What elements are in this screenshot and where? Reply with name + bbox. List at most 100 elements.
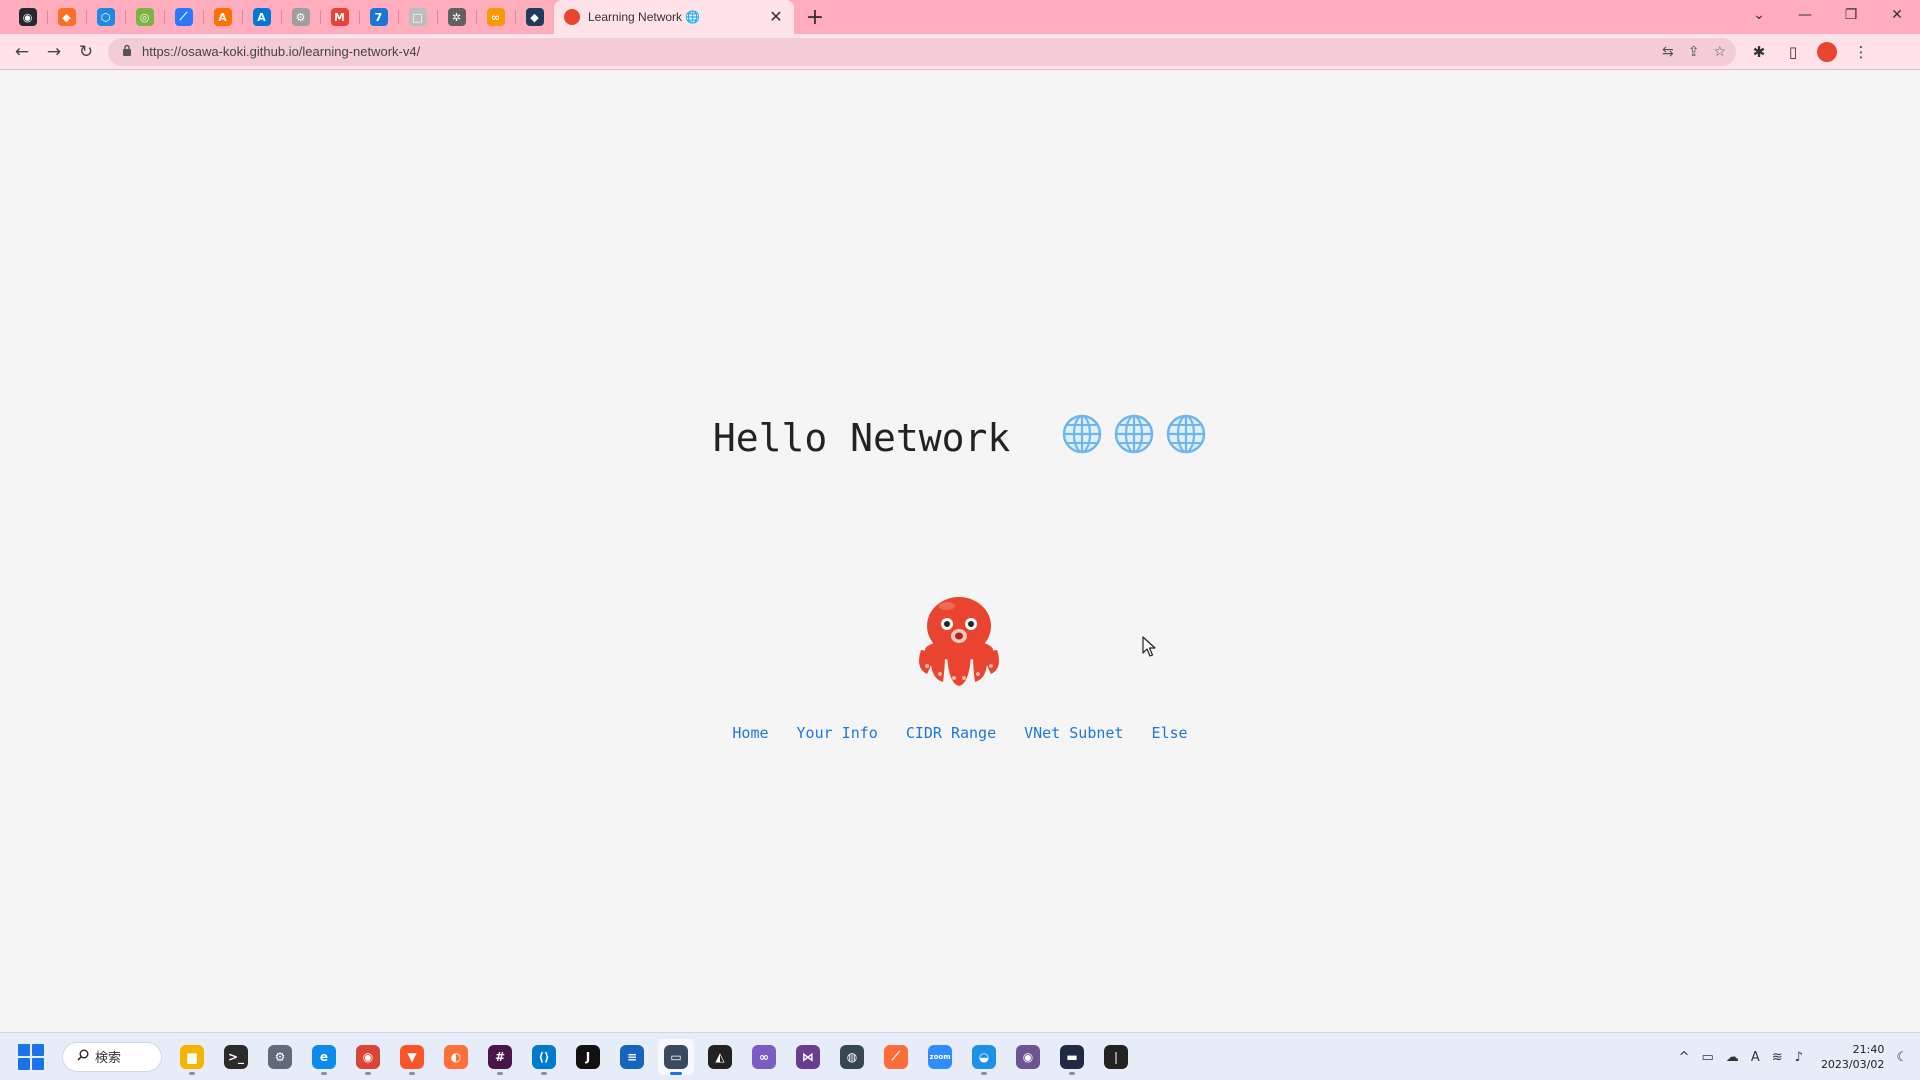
minimize-button[interactable]: — bbox=[1782, 0, 1828, 30]
tab-learning-network[interactable]: Learning Network 🌐 ✕ bbox=[554, 0, 794, 34]
nav-link-vnet-subnet[interactable]: VNet Subnet bbox=[1024, 724, 1123, 742]
taskbar-app[interactable]: ◉ bbox=[1010, 1039, 1046, 1075]
taskbar-app[interactable]: ◐ bbox=[438, 1039, 474, 1075]
translate-icon[interactable]: ⇆ bbox=[1662, 44, 1674, 60]
mouse-cursor-icon bbox=[1142, 636, 1156, 657]
terminal-icon: >_ bbox=[224, 1044, 248, 1069]
pinned-tab[interactable]: ⚙ bbox=[281, 0, 320, 34]
brave-icon: ▼ bbox=[400, 1044, 424, 1069]
taskbar-app[interactable]: ▼ bbox=[394, 1039, 430, 1075]
taskbar-app[interactable]: ◭ bbox=[702, 1039, 738, 1075]
taskbar-search[interactable]: 検索 bbox=[62, 1041, 162, 1072]
taskbar-app[interactable]: ▆ bbox=[174, 1039, 210, 1075]
app-icon: ◎ bbox=[135, 8, 154, 26]
taskbar-app[interactable]: ◍ bbox=[834, 1039, 870, 1075]
taskbar-app[interactable]: ▭ bbox=[658, 1038, 694, 1075]
wifi-icon[interactable]: ≋ bbox=[1772, 1050, 1783, 1065]
start-button[interactable] bbox=[18, 1043, 44, 1070]
app-icon: □ bbox=[408, 8, 427, 26]
side-panel-icon[interactable]: ▯ bbox=[1778, 37, 1808, 67]
github-icon: ◉ bbox=[18, 8, 37, 26]
pinned-tab[interactable]: □ bbox=[398, 0, 437, 34]
taskbar-app[interactable]: zoom bbox=[922, 1039, 958, 1075]
taskbar-app[interactable]: J bbox=[570, 1039, 606, 1075]
pinned-tab[interactable]: ◉ bbox=[8, 0, 47, 34]
running-indicator bbox=[409, 1071, 415, 1075]
clock-date: 2023/03/02 bbox=[1820, 1058, 1885, 1071]
reload-button[interactable]: ↻ bbox=[70, 36, 102, 68]
new-tab-button[interactable]: + bbox=[798, 0, 832, 34]
taskbar-app[interactable]: ▬ bbox=[1054, 1039, 1090, 1075]
pinned-tab[interactable]: ◆ bbox=[47, 0, 86, 34]
pinned-tab[interactable]: ⬡ bbox=[86, 0, 125, 34]
close-tab-icon[interactable]: ✕ bbox=[768, 7, 784, 27]
taskbar-app[interactable]: ⚙ bbox=[262, 1039, 298, 1075]
taskbar-app[interactable]: ⟨⟩ bbox=[526, 1039, 562, 1075]
profile-avatar[interactable] bbox=[1812, 37, 1842, 67]
forward-button[interactable]: → bbox=[38, 36, 70, 68]
clock[interactable]: 21:40 2023/03/02 bbox=[1821, 1042, 1884, 1072]
pinned-tab[interactable]: ◎ bbox=[125, 0, 164, 34]
taskbar-app[interactable]: e bbox=[306, 1039, 342, 1075]
taskbar-app[interactable]: >_ bbox=[218, 1039, 254, 1075]
running-indicator bbox=[497, 1071, 503, 1075]
close-window-button[interactable]: ✕ bbox=[1874, 0, 1920, 30]
running-indicator bbox=[321, 1071, 327, 1075]
extensions-icon[interactable]: ✱ bbox=[1744, 37, 1774, 67]
nav-link-else[interactable]: Else bbox=[1151, 724, 1187, 742]
share-icon[interactable]: ⇪ bbox=[1688, 44, 1700, 60]
zoom-icon: zoom bbox=[928, 1044, 952, 1069]
taskbar-app[interactable]: # bbox=[482, 1039, 518, 1075]
app-icon: ◍ bbox=[840, 1044, 864, 1069]
pinned-tab[interactable]: 7 bbox=[359, 0, 398, 34]
volume-icon[interactable]: ♪ bbox=[1795, 1050, 1803, 1065]
pinned-tab[interactable]: ◆ bbox=[515, 0, 554, 34]
lock-icon[interactable] bbox=[122, 44, 132, 59]
url-text[interactable]: https://osawa-koki.github.io/learning-ne… bbox=[142, 44, 420, 59]
running-indicator bbox=[1069, 1071, 1075, 1075]
page-content: Hello Network Home Your Info CIDR Range VNe… bbox=[0, 71, 1920, 1031]
taskbar-app[interactable]: ❘ bbox=[1098, 1039, 1134, 1075]
aws-icon: A bbox=[213, 8, 232, 26]
taskbar-app[interactable]: ⋈ bbox=[790, 1039, 826, 1075]
inkscape-icon: ◭ bbox=[708, 1044, 732, 1069]
jetbrains-icon: J bbox=[576, 1044, 600, 1069]
windows-logo-icon bbox=[18, 1043, 30, 1056]
taskbar-apps: ▆ >_ ⚙ e ◉ ▼ ◐ # ⟨⟩ J ≡ ▭ ◭ ∞ ⋈ ◍ ⟋ zoom ◒ ◉ ▬ ❘ bbox=[174, 1038, 1134, 1075]
pinned-tab[interactable]: ⟋ bbox=[164, 0, 203, 34]
tab-search-icon[interactable]: ⌄ bbox=[1736, 0, 1782, 30]
taskbar-app[interactable]: ∞ bbox=[746, 1039, 782, 1075]
pinned-tab[interactable]: A bbox=[242, 0, 281, 34]
bookmark-star-icon[interactable]: ☆ bbox=[1713, 44, 1726, 60]
pinned-tab[interactable]: M bbox=[320, 0, 359, 34]
taskbar-app[interactable]: ◒ bbox=[966, 1039, 1002, 1075]
back-button[interactable]: ← bbox=[6, 36, 38, 68]
visual-studio-icon: ∞ bbox=[752, 1044, 776, 1069]
address-bar[interactable]: https://osawa-koki.github.io/learning-ne… bbox=[108, 37, 1736, 66]
restore-button[interactable]: ❐ bbox=[1828, 0, 1874, 30]
pinned-tab[interactable]: ✲ bbox=[437, 0, 476, 34]
input-method-icon[interactable]: A bbox=[1751, 1050, 1760, 1065]
app-icon: ⋈ bbox=[796, 1044, 820, 1069]
app-icon: ∞ bbox=[486, 8, 505, 26]
taskbar-app[interactable]: ⟋ bbox=[878, 1039, 914, 1075]
nav-link-home[interactable]: Home bbox=[732, 724, 768, 742]
nav-link-cidr-range[interactable]: CIDR Range bbox=[906, 724, 996, 742]
openai-icon: ✲ bbox=[447, 8, 466, 26]
browser-menu-icon[interactable]: ⋮ bbox=[1846, 37, 1876, 67]
taskbar-app[interactable]: ≡ bbox=[614, 1039, 650, 1075]
tray-overflow-chevron-icon[interactable]: ^ bbox=[1679, 1050, 1690, 1065]
pinned-tab[interactable]: ∞ bbox=[476, 0, 515, 34]
vscode-icon: ⟨⟩ bbox=[532, 1044, 556, 1069]
chrome-icon: ◉ bbox=[356, 1044, 380, 1069]
main-nav: Home Your Info CIDR Range VNet Subnet Else bbox=[0, 724, 1920, 743]
gitlab-icon: ◆ bbox=[57, 8, 76, 26]
display-icon[interactable]: ▭ bbox=[1702, 1050, 1714, 1065]
onedrive-icon[interactable]: ☁ bbox=[1726, 1050, 1739, 1065]
globe-icons bbox=[1061, 413, 1207, 455]
octopus-favicon-icon bbox=[564, 9, 580, 25]
pinned-tab[interactable]: A bbox=[203, 0, 242, 34]
taskbar-app[interactable]: ◉ bbox=[350, 1039, 386, 1075]
notification-icon[interactable]: ☾ bbox=[1896, 1050, 1908, 1065]
nav-link-your-info[interactable]: Your Info bbox=[797, 724, 878, 742]
